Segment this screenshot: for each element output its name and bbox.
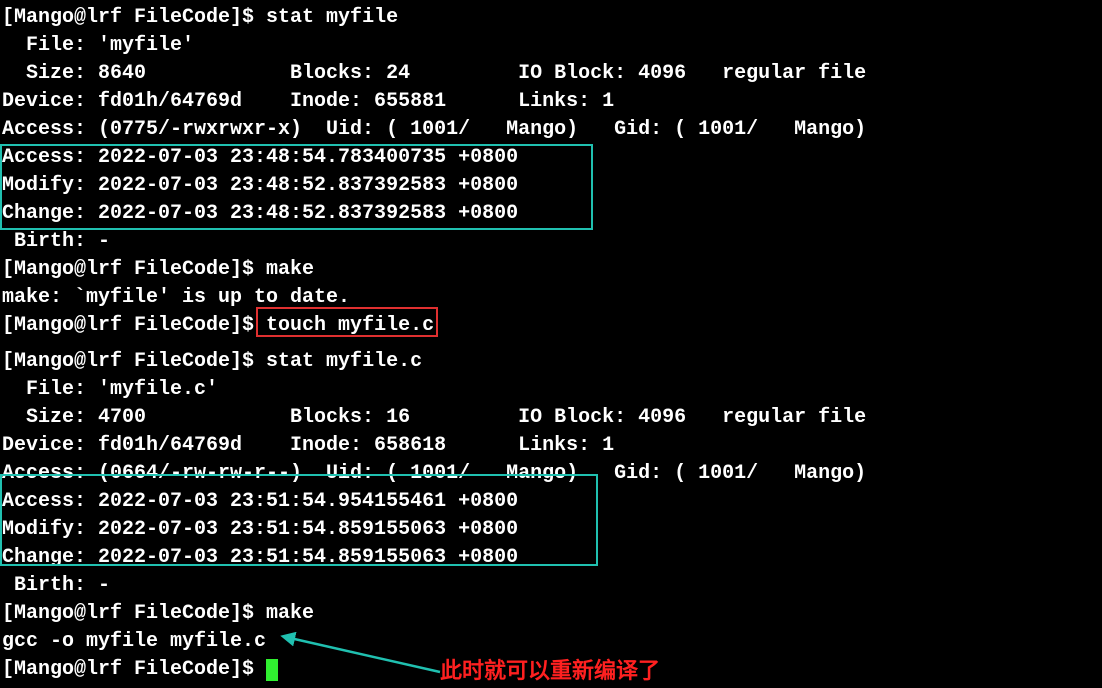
stat1-file: File: 'myfile' [2,32,1100,60]
line-cmd5: [Mango@lrf FileCode]$ make [2,600,1100,628]
stat1-change-time: Change: 2022-07-03 23:48:52.837392583 +0… [2,200,1100,228]
line-cmd4: [Mango@lrf FileCode]$ stat myfile.c [2,348,1100,376]
command-input[interactable]: stat myfile.c [266,350,422,373]
shell-prompt: [Mango@lrf FileCode]$ [2,602,266,625]
shell-prompt: [Mango@lrf FileCode]$ [2,314,266,337]
stat2-size: Size: 4700 Blocks: 16 IO Block: 4096 reg… [2,404,1100,432]
shell-prompt: [Mango@lrf FileCode]$ [2,258,266,281]
stat2-file: File: 'myfile.c' [2,376,1100,404]
command-input[interactable]: make [266,602,314,625]
stat1-device: Device: fd01h/64769d Inode: 655881 Links… [2,88,1100,116]
terminal-output: [Mango@lrf FileCode]$ stat myfile File: … [2,4,1100,684]
command-input[interactable]: make [266,258,314,281]
cursor [266,659,278,681]
shell-prompt: [Mango@lrf FileCode]$ [2,350,266,373]
stat2-device: Device: fd01h/64769d Inode: 658618 Links… [2,432,1100,460]
stat1-access-perm: Access: (0775/-rwxrwxr-x) Uid: ( 1001/ M… [2,116,1100,144]
command-input[interactable]: stat myfile [266,6,398,29]
stat1-birth: Birth: - [2,228,1100,256]
make1-output: make: `myfile' is up to date. [2,284,1100,312]
stat1-size: Size: 8640 Blocks: 24 IO Block: 4096 reg… [2,60,1100,88]
make2-output: gcc -o myfile myfile.c [2,628,1100,656]
line-cmd3: [Mango@lrf FileCode]$ touch myfile.c [2,312,1100,340]
line-cmd2: [Mango@lrf FileCode]$ make [2,256,1100,284]
line-cmd1: [Mango@lrf FileCode]$ stat myfile [2,4,1100,32]
stat2-access-time: Access: 2022-07-03 23:51:54.954155461 +0… [2,488,1100,516]
stat2-modify-time: Modify: 2022-07-03 23:51:54.859155063 +0… [2,516,1100,544]
stat1-access-time: Access: 2022-07-03 23:48:54.783400735 +0… [2,144,1100,172]
command-input[interactable]: touch myfile.c [266,314,434,337]
stat1-modify-time: Modify: 2022-07-03 23:48:52.837392583 +0… [2,172,1100,200]
shell-prompt: [Mango@lrf FileCode]$ [2,6,266,29]
stat2-access-perm: Access: (0664/-rw-rw-r--) Uid: ( 1001/ M… [2,460,1100,488]
stat2-birth: Birth: - [2,572,1100,600]
annotation-text: 此时就可以重新编译了 [440,656,660,687]
stat2-change-time: Change: 2022-07-03 23:51:54.859155063 +0… [2,544,1100,572]
shell-prompt: [Mango@lrf FileCode]$ [2,658,266,681]
